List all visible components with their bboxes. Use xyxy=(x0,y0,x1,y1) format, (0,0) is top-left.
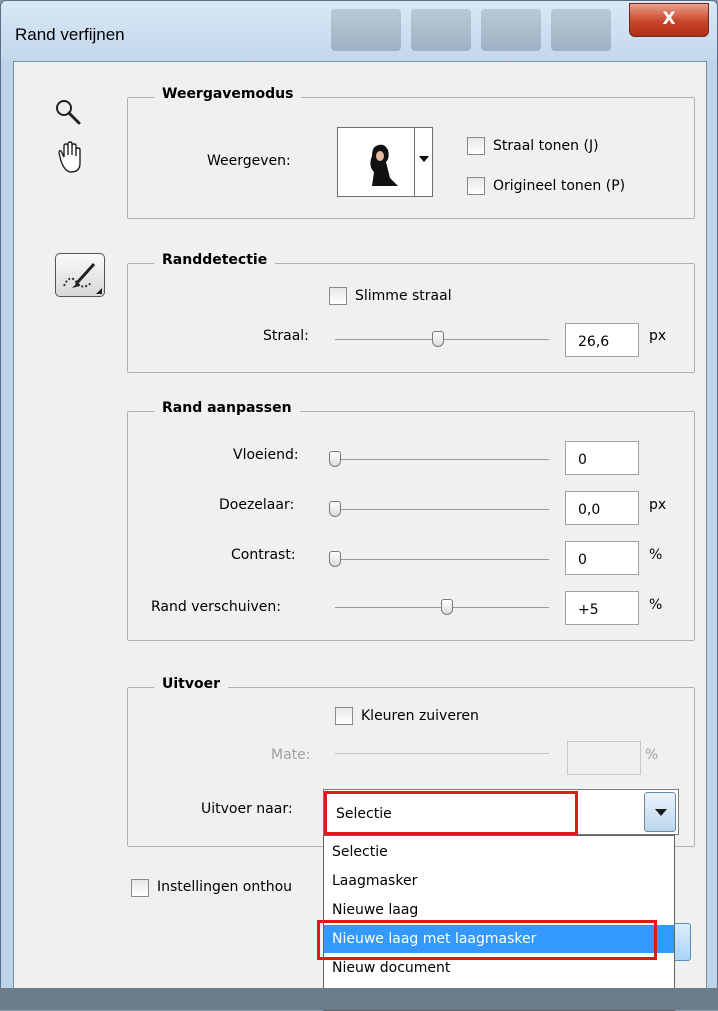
radius-label: Straal: xyxy=(263,328,309,344)
close-button[interactable]: X xyxy=(629,3,709,37)
window-title: Rand verfijnen xyxy=(15,25,125,44)
feather-slider-thumb[interactable] xyxy=(329,501,341,517)
refine-radius-tool-button[interactable] xyxy=(55,253,105,297)
radius-slider-thumb[interactable] xyxy=(431,331,444,347)
dropdown-option-selectie[interactable]: Selectie xyxy=(324,838,674,866)
remember-settings-checkbox[interactable] xyxy=(131,879,149,897)
shift-edge-unit: % xyxy=(649,597,663,613)
output-legend: Uitvoer xyxy=(154,676,229,692)
contrast-unit: % xyxy=(649,547,663,563)
feather-unit: px xyxy=(649,497,667,513)
title-bar: Rand verfijnen X xyxy=(1,1,717,61)
dialog-window: Rand verfijnen X Weergavemodus Weergeven… xyxy=(0,0,718,1011)
preview-split-line xyxy=(414,128,415,196)
smart-radius-label: Slimme straal xyxy=(355,288,452,304)
decontaminate-label: Kleuren zuiveren xyxy=(361,708,479,724)
contrast-slider-track[interactable] xyxy=(331,559,549,560)
smooth-slider-track[interactable] xyxy=(331,459,549,460)
zoom-icon[interactable] xyxy=(53,97,83,127)
shift-edge-label: Rand verschuiven: xyxy=(151,599,281,615)
smart-radius-checkbox[interactable] xyxy=(329,287,347,305)
feather-slider-track[interactable] xyxy=(331,509,549,510)
radius-input[interactable]: 26,6 xyxy=(565,323,639,357)
taskbar xyxy=(0,988,718,1010)
chevron-down-icon[interactable] xyxy=(644,792,676,832)
hand-icon[interactable] xyxy=(53,141,83,175)
adjust-edge-legend: Rand aanpassen xyxy=(154,400,300,416)
amount-slider-track xyxy=(335,753,549,754)
show-original-label: Origineel tonen (P) xyxy=(493,178,626,194)
output-to-label: Uitvoer naar: xyxy=(201,801,293,817)
feather-input[interactable]: 0,0 xyxy=(565,491,639,525)
dropdown-option-laagmasker[interactable]: Laagmasker xyxy=(324,867,674,895)
radius-unit: px xyxy=(649,328,667,344)
contrast-label: Contrast: xyxy=(231,547,296,563)
show-radius-label: Straal tonen (J) xyxy=(493,138,599,154)
highlight-box-option xyxy=(317,920,657,960)
feather-label: Doezelaar: xyxy=(219,497,295,513)
amount-unit: % xyxy=(645,747,659,763)
smooth-label: Vloeiend: xyxy=(233,447,299,463)
shift-edge-slider-thumb[interactable] xyxy=(441,599,453,615)
amount-label: Mate: xyxy=(271,747,311,763)
shift-edge-input[interactable]: +5 xyxy=(565,591,639,625)
amount-input xyxy=(567,741,641,775)
decontaminate-checkbox[interactable] xyxy=(335,707,353,725)
smooth-slider-thumb[interactable] xyxy=(329,451,341,467)
remember-settings-label: Instellingen onthou xyxy=(157,879,293,895)
smooth-input[interactable]: 0 xyxy=(565,441,639,475)
contrast-slider-thumb[interactable] xyxy=(329,551,341,567)
show-radius-checkbox[interactable] xyxy=(467,137,485,155)
refine-radius-icon xyxy=(63,262,102,294)
preview-thumbnail-icon xyxy=(342,138,410,188)
chevron-down-icon[interactable] xyxy=(419,156,429,162)
show-original-checkbox[interactable] xyxy=(467,177,485,195)
view-label: Weergeven: xyxy=(207,153,291,169)
edge-detection-legend: Randdetectie xyxy=(154,252,276,268)
highlight-box-selected-value xyxy=(324,791,578,835)
contrast-input[interactable]: 0 xyxy=(565,541,639,575)
view-preview-button[interactable] xyxy=(337,127,433,197)
view-mode-legend: Weergavemodus xyxy=(154,86,302,102)
